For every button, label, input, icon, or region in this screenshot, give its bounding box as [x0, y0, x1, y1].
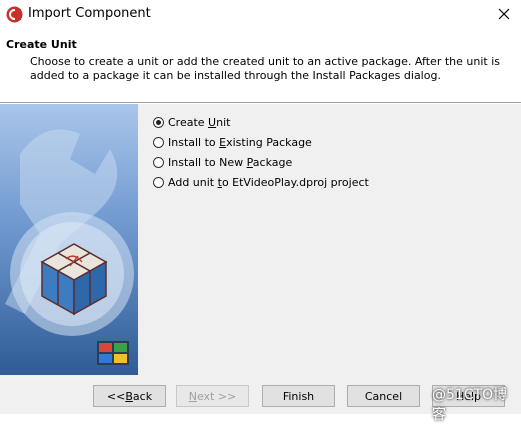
option-add-unit-to-project[interactable]: Add unit to EtVideoPlay.dproj project [153, 172, 369, 192]
finish-button[interactable]: Finish [262, 385, 335, 407]
radio-install-new-package[interactable] [153, 156, 164, 168]
watermark: @51CTO博客 [432, 387, 508, 423]
wizard-side-image [0, 104, 138, 375]
option-label: Install to Existing Package [168, 135, 312, 149]
step-title: Create Unit [6, 38, 77, 51]
option-label: Install to New Package [168, 155, 293, 169]
close-icon [498, 8, 509, 20]
option-install-new-package[interactable]: Install to New Package [153, 152, 369, 172]
title-bar: Import Component [0, 0, 521, 30]
cancel-button[interactable]: Cancel [347, 385, 420, 407]
unit-options-group: Create Unit Install to Existing Package … [153, 112, 369, 192]
close-button[interactable] [486, 0, 521, 28]
option-label: Create Unit [168, 115, 231, 129]
option-create-unit[interactable]: Create Unit [153, 112, 369, 132]
radio-create-unit[interactable] [153, 116, 164, 128]
next-button[interactable]: Next >> [176, 385, 249, 407]
app-logo-icon [6, 6, 23, 23]
window-title: Import Component [28, 6, 151, 21]
option-label: Add unit to EtVideoPlay.dproj project [168, 175, 369, 189]
windows-logo-icon [97, 341, 129, 365]
component-illustration [0, 104, 138, 375]
wizard-header: Create Unit Choose to create a unit or a… [0, 30, 521, 102]
back-button[interactable]: << Back [93, 385, 166, 407]
option-install-existing-package[interactable]: Install to Existing Package [153, 132, 369, 152]
step-description: Choose to create a unit or add the creat… [30, 55, 500, 82]
radio-add-unit-to-project[interactable] [153, 176, 164, 188]
wizard-body: Create Unit Install to Existing Package … [0, 104, 521, 376]
radio-install-existing-package[interactable] [153, 136, 164, 148]
